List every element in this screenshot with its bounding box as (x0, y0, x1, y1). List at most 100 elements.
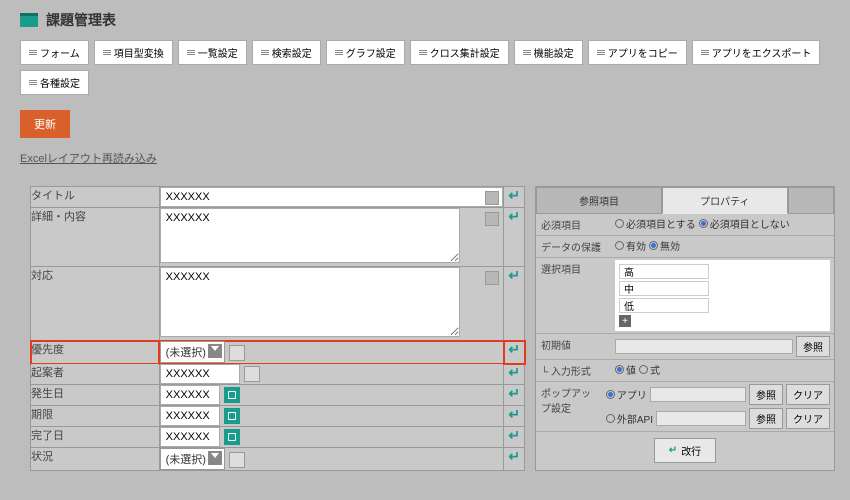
prop-initial-label: 初期値 (536, 334, 611, 355)
popup-ref-button[interactable]: 参照 (749, 384, 783, 405)
return-arrow-icon[interactable]: ↵ (504, 448, 525, 471)
add-option-button[interactable]: + (619, 315, 631, 327)
chevron-down-icon (211, 346, 219, 351)
radio-popup-api[interactable]: 外部API (606, 411, 653, 426)
popup-api-input[interactable] (656, 411, 746, 426)
field-action-icon[interactable] (485, 191, 499, 205)
toolbar-field-type-btn[interactable]: 項目型変換 (94, 40, 173, 65)
toolbar-list-btn[interactable]: 一覧設定 (178, 40, 247, 65)
field-action-icon[interactable] (485, 271, 499, 285)
update-button[interactable]: 更新 (20, 110, 70, 138)
input-deadline[interactable] (160, 406, 220, 426)
field-action-icon[interactable] (229, 345, 245, 361)
popup-app-input[interactable] (650, 387, 746, 402)
radio-icon (649, 241, 658, 250)
menu-icon (597, 50, 605, 55)
toolbar-copy-btn[interactable]: アプリをコピー (588, 40, 687, 65)
select-status[interactable]: (未選択) (160, 448, 225, 470)
popup-api-ref-button[interactable]: 参照 (749, 408, 783, 429)
tab-reference[interactable]: 参照項目 (536, 187, 662, 214)
tab-blank (788, 187, 834, 214)
radio-icon (606, 390, 615, 399)
input-done-date[interactable] (160, 427, 220, 447)
calendar-icon[interactable] (224, 408, 240, 424)
toolbar-export-btn[interactable]: アプリをエクスポート (692, 40, 821, 65)
radio-icon (699, 219, 708, 228)
toolbar-graph-btn[interactable]: グラフ設定 (326, 40, 405, 65)
menu-icon (701, 50, 709, 55)
label-deadline[interactable]: 期限 (31, 406, 160, 427)
row-creator: 起案者 ↵ (31, 364, 525, 385)
tab-properties[interactable]: プロパティ (662, 187, 788, 214)
textarea-detail[interactable]: XXXXXX (160, 208, 460, 263)
return-arrow-icon[interactable]: ↵ (504, 364, 525, 385)
excel-reload-link[interactable]: Excelレイアウト再読み込み (20, 150, 157, 166)
calendar-icon[interactable] (224, 429, 240, 445)
radio-protect-off[interactable]: 無効 (649, 238, 680, 253)
toolbar-form-btn[interactable]: フォーム (20, 40, 89, 65)
radio-icon (615, 241, 624, 250)
return-arrow-icon[interactable]: ↵ (504, 341, 525, 364)
radio-popup-app[interactable]: アプリ (606, 387, 647, 402)
return-arrow-icon[interactable]: ↵ (504, 385, 525, 406)
return-arrow-icon[interactable]: ↵ (504, 406, 525, 427)
field-action-icon[interactable] (485, 212, 499, 226)
textarea-response[interactable]: XXXXXX (160, 267, 460, 337)
app-title: 課題管理表 (46, 10, 116, 30)
option-item-1[interactable] (619, 281, 709, 296)
row-detail: 詳細・内容 XXXXXX ↵ (31, 208, 525, 267)
toolbar-cross-btn[interactable]: クロス集計設定 (410, 40, 509, 65)
row-priority: 優先度 (未選択) ↵ (31, 341, 525, 364)
chevron-down-icon (211, 453, 219, 458)
return-arrow-icon[interactable]: ↵ (504, 427, 525, 448)
popup-api-clear-button[interactable]: クリア (786, 408, 830, 429)
label-priority[interactable]: 優先度 (31, 341, 160, 364)
row-deadline: 期限 ↵ (31, 406, 525, 427)
app-icon (20, 13, 38, 27)
label-occur-date[interactable]: 発生日 (31, 385, 160, 406)
label-status[interactable]: 状況 (31, 448, 160, 471)
menu-icon (261, 50, 269, 55)
input-title[interactable] (160, 187, 504, 207)
row-response: 対応 XXXXXX ↵ (31, 267, 525, 341)
newline-button[interactable]: ↵改行 (654, 438, 716, 463)
properties-panel: 参照項目 プロパティ 必須項目 必須項目とする 必須項目としない データの保護 … (535, 186, 835, 471)
row-occur-date: 発生日 ↵ (31, 385, 525, 406)
toolbar-search-btn[interactable]: 検索設定 (252, 40, 321, 65)
row-done-date: 完了日 ↵ (31, 427, 525, 448)
prop-required-label: 必須項目 (536, 214, 611, 235)
ref-button[interactable]: 参照 (796, 336, 830, 357)
select-priority[interactable]: (未選択) (160, 341, 225, 363)
initial-value-input[interactable] (615, 339, 793, 354)
radio-formula[interactable]: 式 (639, 362, 660, 377)
input-creator[interactable] (160, 364, 240, 384)
return-arrow-icon[interactable]: ↵ (504, 187, 525, 208)
option-item-0[interactable] (619, 264, 709, 279)
return-arrow-icon[interactable]: ↵ (504, 267, 525, 341)
menu-icon (523, 50, 531, 55)
toolbar-misc-btn[interactable]: 各種設定 (20, 70, 89, 95)
form-layout-table: タイトル ↵ 詳細・内容 XXXXXX ↵ 対応 XXXXXX ↵ 優先度 (未… (30, 186, 525, 471)
menu-icon (419, 50, 427, 55)
label-response[interactable]: 対応 (31, 267, 160, 341)
radio-value[interactable]: 値 (615, 362, 636, 377)
menu-icon (29, 80, 37, 85)
input-occur-date[interactable] (160, 385, 220, 405)
return-arrow-icon[interactable]: ↵ (504, 208, 525, 267)
radio-icon (615, 365, 624, 374)
label-done-date[interactable]: 完了日 (31, 427, 160, 448)
menu-icon (29, 50, 37, 55)
calendar-icon[interactable] (224, 387, 240, 403)
field-action-icon[interactable] (244, 366, 260, 382)
radio-required-no[interactable]: 必須項目としない (699, 216, 790, 231)
option-item-2[interactable] (619, 298, 709, 313)
popup-clear-button[interactable]: クリア (786, 384, 830, 405)
label-title[interactable]: タイトル (31, 187, 160, 208)
toolbar-feature-btn[interactable]: 機能設定 (514, 40, 583, 65)
field-action-icon[interactable] (229, 452, 245, 468)
radio-protect-on[interactable]: 有効 (615, 238, 646, 253)
radio-required-yes[interactable]: 必須項目とする (615, 216, 696, 231)
label-detail[interactable]: 詳細・内容 (31, 208, 160, 267)
prop-popup-label: ポップアップ設定 (536, 382, 602, 418)
label-creator[interactable]: 起案者 (31, 364, 160, 385)
